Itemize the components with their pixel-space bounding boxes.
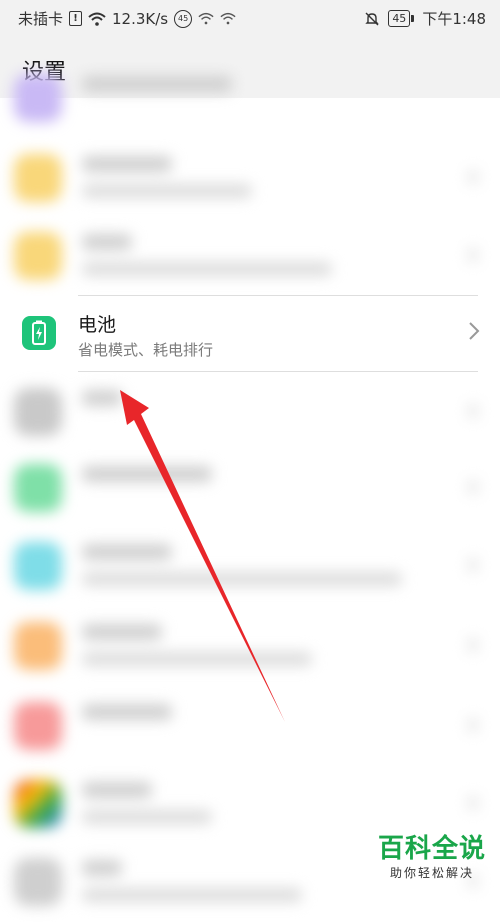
annotation-arrow (120, 390, 285, 722)
watermark-logo: 百科全说 (377, 834, 486, 864)
watermark: 百科全说 助你轻松解决 (378, 834, 486, 881)
watermark-slogan: 助你轻松解决 (389, 866, 474, 880)
